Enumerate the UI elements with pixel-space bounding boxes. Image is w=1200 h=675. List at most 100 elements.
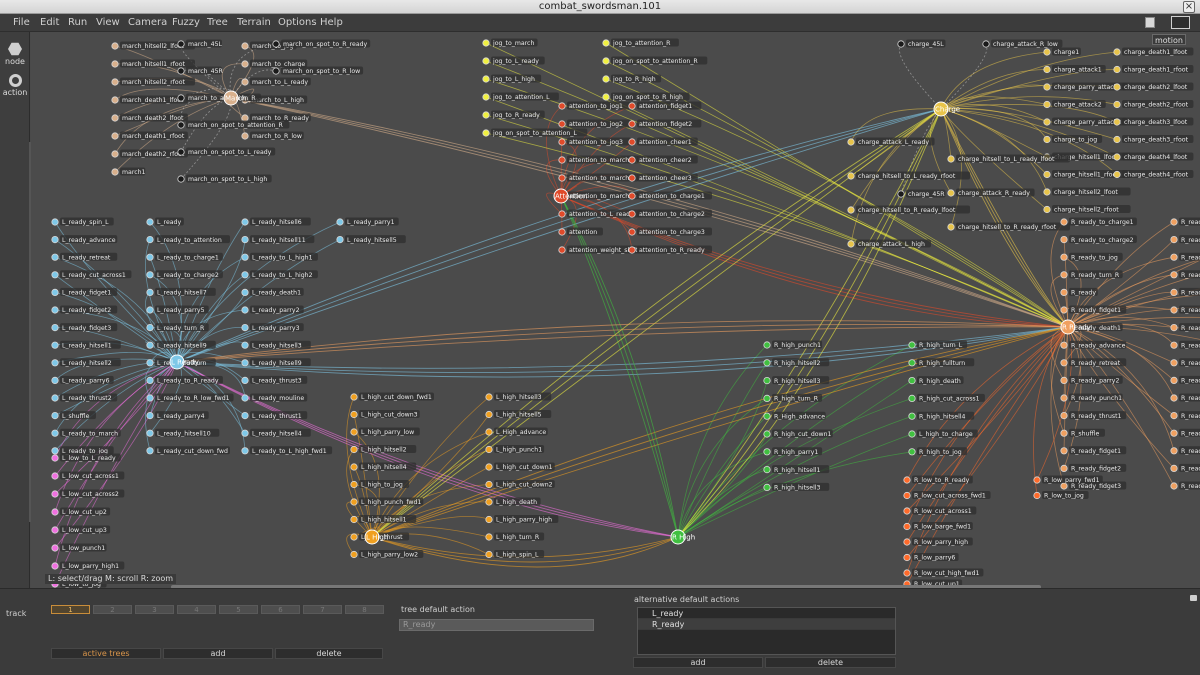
node-dot[interactable]	[1170, 411, 1178, 420]
node-dot[interactable]	[1170, 359, 1178, 367]
node-l-high-hitsell3[interactable]: L_high_hitsell3	[485, 392, 552, 402]
node-r-ready-fullturn[interactable]: R_ready_fullturn	[1170, 270, 1200, 279]
node-dot[interactable]	[903, 491, 911, 500]
node-attention-to-march2[interactable]: attention_to_march2	[558, 173, 639, 183]
node-attention-to-march1[interactable]: attention_to_march1	[558, 155, 639, 165]
node-dot[interactable]	[1170, 464, 1178, 472]
node-r-high-fullturn[interactable]: R_high_fullturn	[908, 358, 975, 367]
node-r-ready-fidget1[interactable]: R_ready_fidget1	[1060, 446, 1127, 455]
node-charge-death3-rfoot[interactable]: charge_death3_rfoot	[1113, 135, 1194, 144]
node-jog-to-attention-r[interactable]: jog_to_attention_R	[602, 38, 679, 48]
node-dot[interactable]	[1043, 188, 1051, 196]
node-dot[interactable]	[350, 463, 358, 471]
node-l-high-hitsell5[interactable]: L_high_hitsell5	[485, 410, 552, 419]
node-march1[interactable]: march1	[111, 167, 146, 177]
node-dot[interactable]	[1113, 135, 1121, 144]
node-charge-death3-lfoot[interactable]: charge_death3_lfoot	[1113, 117, 1194, 127]
add-alt-action-button[interactable]: add	[633, 657, 763, 668]
node-dot[interactable]	[146, 253, 154, 261]
node-r-ready-to-march[interactable]: R_ready_to_march	[1170, 305, 1200, 315]
node-dot[interactable]	[111, 96, 119, 104]
node-dot[interactable]	[602, 75, 610, 83]
node-l-ready-thrust1[interactable]: L_ready_thrust1	[241, 411, 308, 420]
node-dot[interactable]	[1113, 65, 1121, 74]
node-l-high-hitsell2[interactable]: L_high_hitsell2	[350, 445, 417, 454]
node-l-low-punch1[interactable]: L_low_punch1	[51, 543, 107, 553]
node-r-ready-thrust1[interactable]: R_ready_thrust1	[1060, 411, 1127, 420]
node-r-ready-to-charge2[interactable]: R_ready_to_charge2	[1060, 235, 1137, 244]
node-dot[interactable]	[628, 138, 636, 146]
node-dot[interactable]	[485, 498, 493, 506]
node-dot[interactable]	[177, 148, 185, 156]
node-charge-death1-rfoot[interactable]: charge_death1_rfoot	[1113, 65, 1194, 74]
node-r-ready-hitsell6[interactable]: R_ready_hitsell6	[1170, 340, 1200, 350]
node-dot[interactable]	[1043, 48, 1051, 56]
node-l-ready-hitsell7[interactable]: L_ready_hitsell7	[146, 287, 216, 297]
node-r-ready-hitsell7[interactable]: R_ready_hitsell7	[1170, 358, 1200, 367]
node-r-ready-turn-l[interactable]: R_ready_turn_L	[1170, 235, 1200, 244]
node-dot[interactable]	[1033, 476, 1041, 484]
node-l-ready-parry5[interactable]: L_ready_parry5	[146, 305, 209, 315]
menu-help[interactable]: Help	[320, 14, 343, 32]
node-l-ready-hitsell6[interactable]: L_ready_hitsell6	[241, 217, 311, 227]
node-l-ready-parry1[interactable]: L_ready_parry1	[336, 217, 399, 227]
menu-camera[interactable]: Camera	[128, 14, 167, 32]
node-l-high-cut-down2[interactable]: L_high_cut_down2	[485, 480, 555, 489]
node-dot[interactable]	[51, 288, 59, 296]
node-dot[interactable]	[241, 218, 249, 226]
node-r-high-to-jog[interactable]: R_high_to_jog	[908, 447, 968, 456]
node-dot[interactable]	[241, 411, 249, 420]
node-march-on-spot-to-attention-r[interactable]: march_on_spot_to_attention_R	[177, 120, 290, 130]
node-charge-death2-lfoot[interactable]: charge_death2_lfoot	[1113, 82, 1194, 92]
close-icon[interactable]: ×	[1183, 1, 1195, 13]
node-dot[interactable]	[51, 429, 59, 437]
node-l-ready-hitsell10[interactable]: L_ready_hitsell10	[146, 428, 220, 438]
node-dot[interactable]	[51, 394, 59, 402]
hub-attention[interactable]: Attention	[553, 188, 587, 204]
node-dot[interactable]	[177, 121, 185, 129]
node-l-high-punch-fwd1[interactable]: L_high_punch_fwd1	[350, 497, 424, 507]
node-charge-hitsell-to-l-ready-lfoot[interactable]: charge_hitsell_to_L_ready_lfoot	[947, 154, 1071, 164]
node-l-ready-to-march[interactable]: L_ready_to_march	[51, 428, 121, 438]
node-dot[interactable]	[1170, 288, 1178, 296]
node-dot[interactable]	[847, 138, 855, 146]
tree-default-action-field[interactable]: R_ready	[399, 619, 594, 631]
node-r-ready-parry2[interactable]: R_ready_parry2	[1060, 375, 1123, 385]
menu-terrain[interactable]: Terrain	[237, 14, 271, 32]
node-dot[interactable]	[558, 246, 566, 254]
node-dot[interactable]	[1113, 100, 1121, 109]
node-dot[interactable]	[350, 550, 358, 559]
node-dot[interactable]	[241, 253, 249, 261]
node-dot[interactable]	[350, 533, 358, 541]
node-dot[interactable]	[628, 120, 636, 128]
node-r-ready-parry3[interactable]: R_ready_parry3	[1170, 375, 1200, 385]
node-r-high-punch1[interactable]: R_high_punch1	[763, 340, 823, 350]
edge-l-ready-to-l-high-fwd1[interactable]	[176, 361, 246, 451]
node-r-ready-advance[interactable]: R_ready_advance	[1060, 340, 1127, 350]
node-r-ready-parry5[interactable]: R_ready_parry5	[1170, 481, 1200, 491]
node-l-high-cut-down1[interactable]: L_high_cut_down1	[485, 462, 555, 472]
node-march-on-spot-to-l-high[interactable]: march_on_spot_to_L_high	[177, 174, 272, 184]
alternative-actions-list[interactable]: L_ready R_ready	[637, 607, 896, 655]
node-l-ready-parry6[interactable]: L_ready_parry6	[51, 375, 114, 385]
node-attention-cheer2[interactable]: attention_cheer2	[628, 155, 698, 165]
track-cell-2[interactable]: 2	[93, 605, 132, 614]
node-dot[interactable]	[903, 476, 911, 484]
node-dot[interactable]	[763, 394, 771, 402]
node-r-ready-to-attention[interactable]: R_ready_to_attention	[1170, 252, 1200, 262]
node-dot[interactable]	[1170, 394, 1178, 402]
node-jog-on-spot-to-attention-l[interactable]: jog_on_spot_to_attention_L	[482, 128, 588, 138]
node-l-high-cut-down3[interactable]: L_high_cut_down3	[350, 410, 420, 419]
node-dot[interactable]	[558, 174, 566, 182]
node-dot[interactable]	[241, 341, 249, 349]
node-dot[interactable]	[241, 236, 249, 244]
node-charge-hitsell-to-l-ready-rfoot[interactable]: charge_hitsell_to_L_ready_rfoot	[847, 171, 971, 181]
node-dot[interactable]	[241, 271, 249, 279]
node-dot[interactable]	[51, 306, 59, 314]
edge-march-on-spot-to-l-high[interactable]	[180, 97, 232, 180]
node-charge-to-jog[interactable]: charge_to_jog	[1043, 135, 1103, 144]
node-dot[interactable]	[146, 411, 154, 420]
node-charge-attack-r-ready[interactable]: charge_attack_R_ready	[947, 188, 1035, 198]
node-dot[interactable]	[1060, 341, 1068, 349]
node-dot[interactable]	[1170, 376, 1178, 384]
